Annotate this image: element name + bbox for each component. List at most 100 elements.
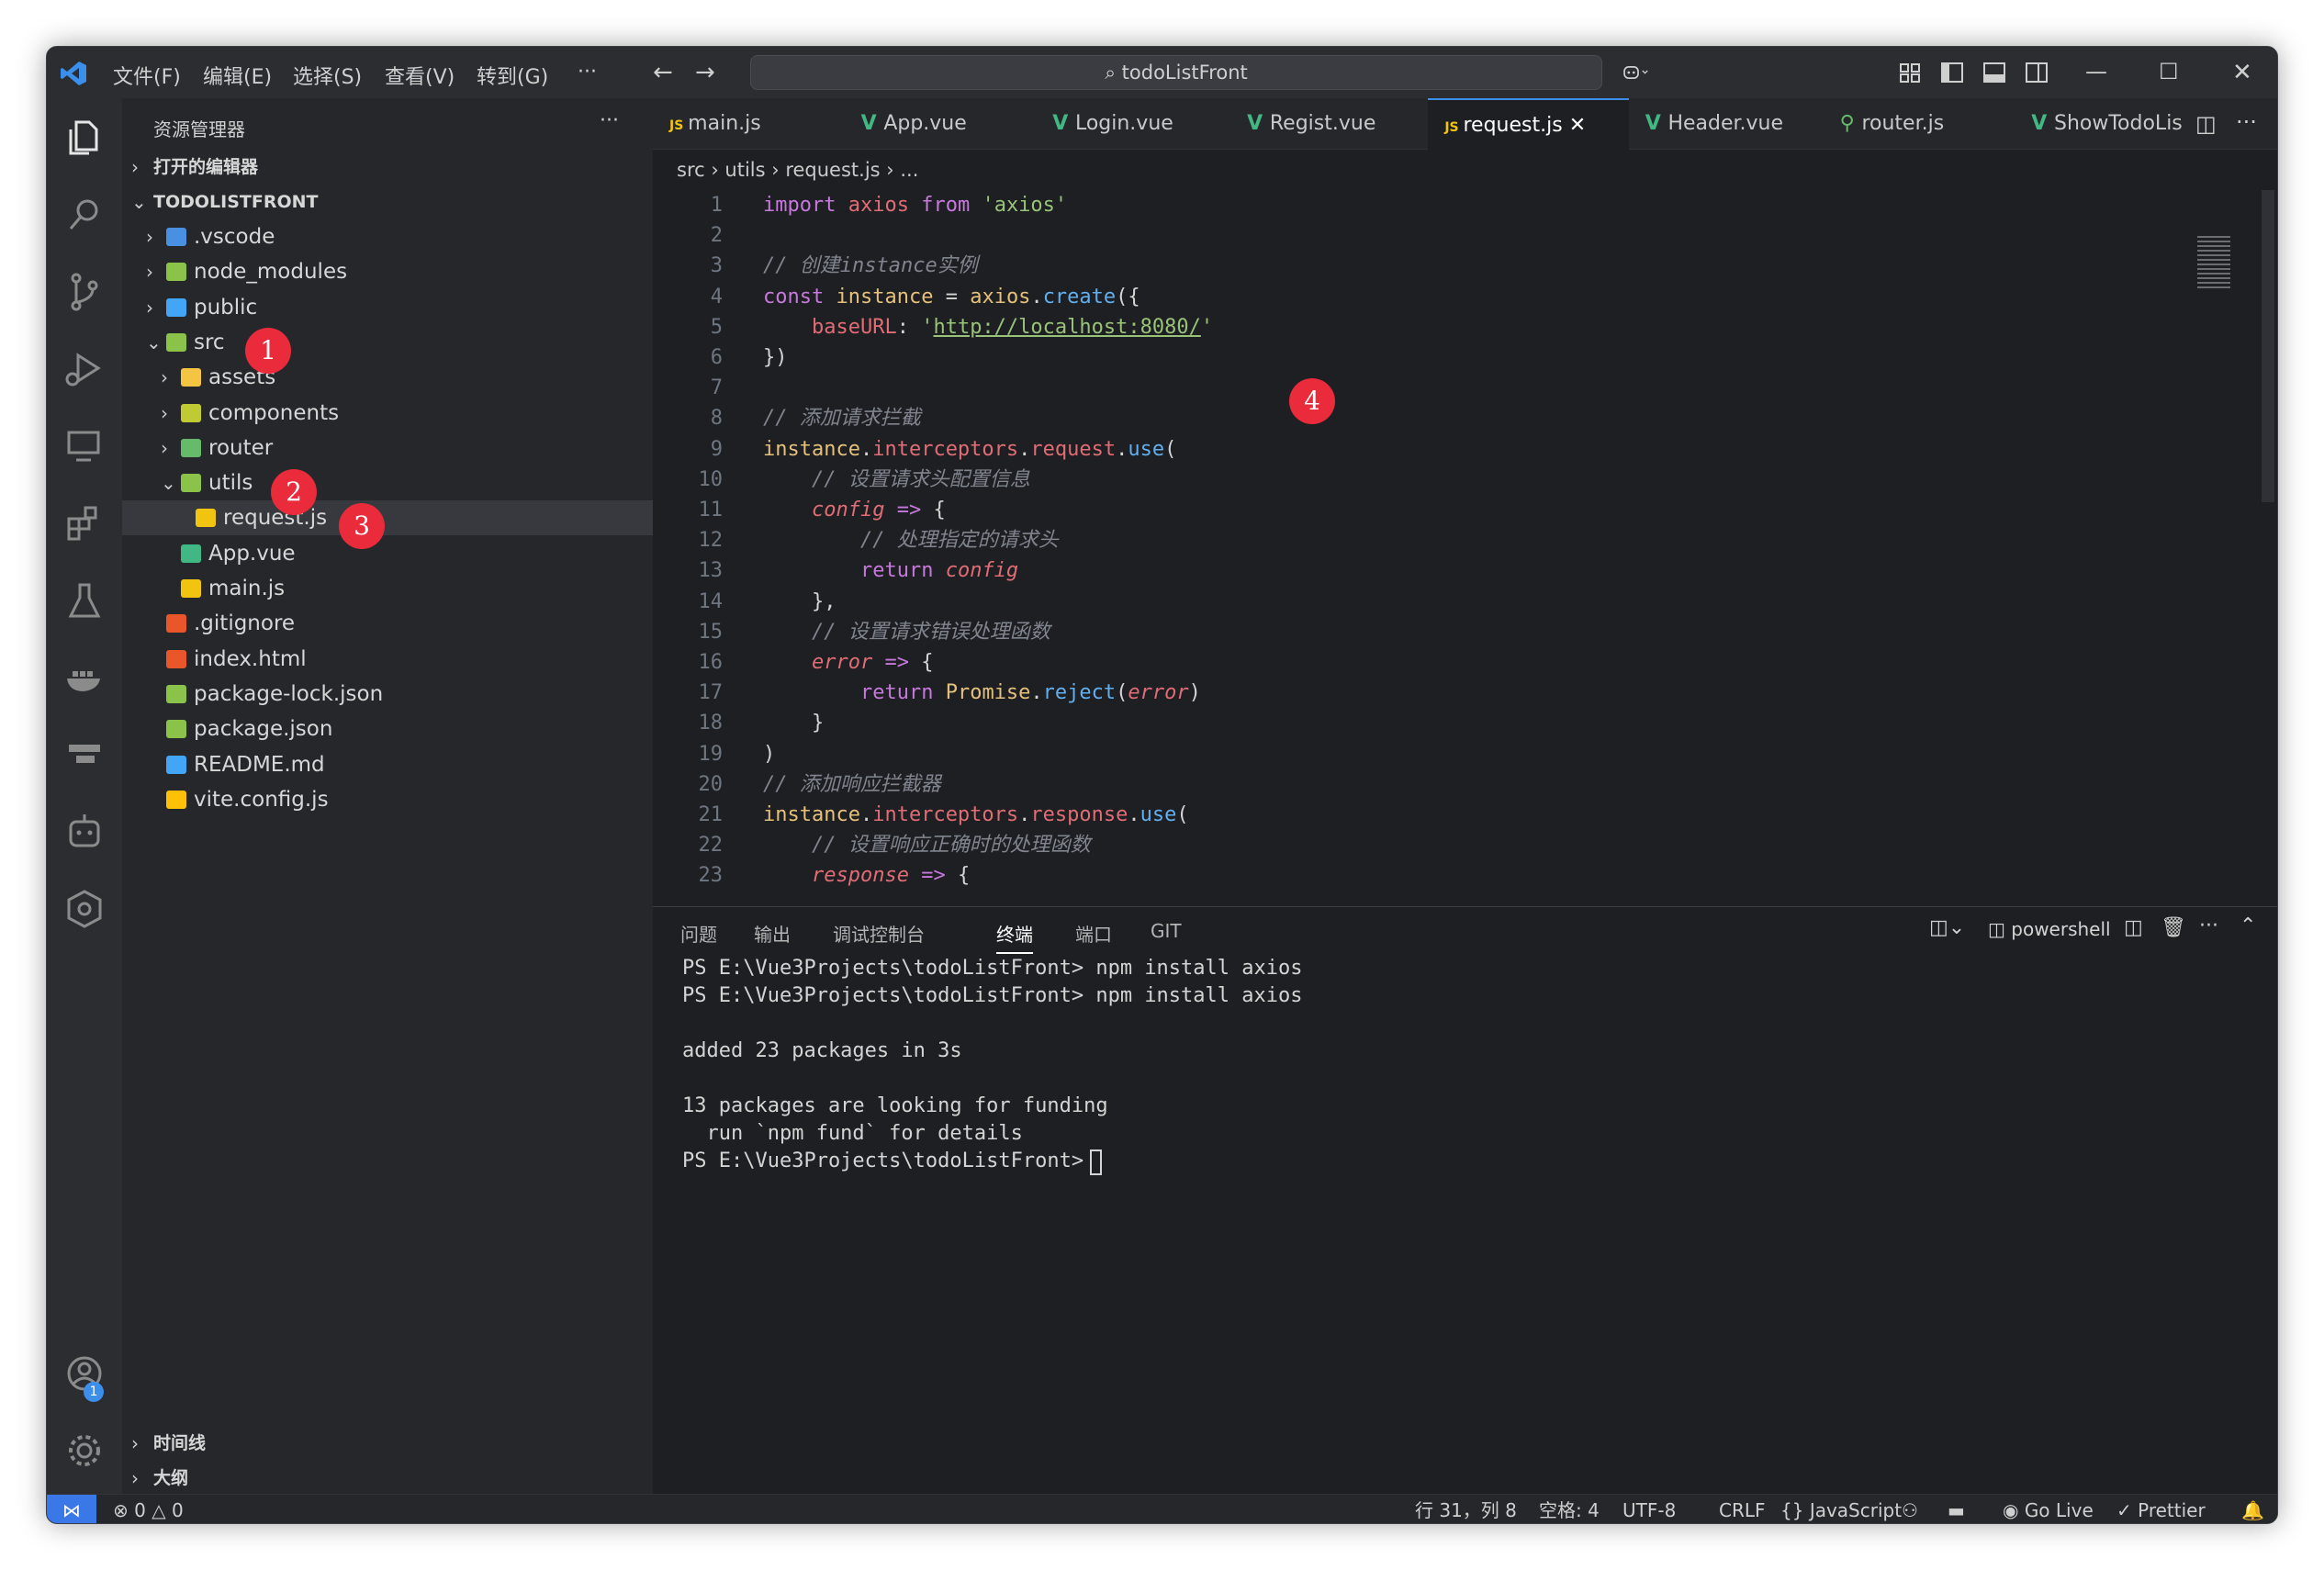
- breadcrumb-item[interactable]: ...: [900, 159, 918, 181]
- menu-item[interactable]: 文件(F): [113, 61, 181, 90]
- encoding-status[interactable]: UTF-8: [1622, 1495, 1676, 1523]
- menu-item[interactable]: 转到(G): [477, 61, 548, 90]
- copilot-status-icon[interactable]: ⚇: [1902, 1495, 1918, 1523]
- panel-tab[interactable]: 终端: [996, 920, 1033, 954]
- search-icon[interactable]: [60, 190, 109, 240]
- tree-item[interactable]: request.js: [122, 500, 653, 536]
- tab[interactable]: JS main.js: [653, 98, 845, 150]
- tree-item[interactable]: ⌄ src: [122, 325, 653, 360]
- close-window-icon[interactable]: ✕: [2232, 59, 2260, 86]
- menu-item[interactable]: 选择(S): [293, 61, 362, 90]
- panel-tab[interactable]: 端口: [1075, 920, 1112, 947]
- code-editor[interactable]: 1 import axios from 'axios' 2 3// 创建instanc…: [653, 190, 2214, 906]
- tree-item[interactable]: package-lock.json: [122, 677, 653, 712]
- tree-item[interactable]: › assets: [122, 360, 653, 395]
- tab[interactable]: V App.vue: [845, 98, 1037, 150]
- project-root[interactable]: ⌄ TODOLISTFRONT: [122, 185, 653, 219]
- menu-item[interactable]: ···: [578, 61, 597, 84]
- tree-item[interactable]: main.js: [122, 571, 653, 606]
- tab[interactable]: V Login.vue: [1036, 98, 1230, 150]
- tree-item[interactable]: .gitignore: [122, 606, 653, 641]
- panel-tab[interactable]: GIT: [1151, 920, 1182, 942]
- editor-more-icon[interactable]: ···: [2236, 109, 2257, 135]
- run-debug-icon[interactable]: [60, 344, 109, 394]
- remote-explorer-icon[interactable]: [60, 421, 109, 471]
- tree-item[interactable]: › router: [122, 431, 653, 465]
- maximize-icon[interactable]: ☐: [2159, 59, 2186, 86]
- forward-arrow-icon[interactable]: →: [695, 59, 723, 86]
- tree-item[interactable]: package.json: [122, 712, 653, 746]
- split-editor-icon[interactable]: ◫: [2195, 111, 2217, 137]
- testing-flask-icon[interactable]: [60, 576, 109, 625]
- notifications-bell-icon[interactable]: 🔔: [2241, 1495, 2264, 1523]
- remote-indicator[interactable]: ⋈: [47, 1495, 96, 1523]
- tab[interactable]: JS request.js ✕: [1428, 98, 1629, 150]
- file-type-icon: [166, 790, 186, 809]
- copilot-chat-icon[interactable]: [60, 807, 109, 857]
- tree-item[interactable]: › .vscode: [122, 219, 653, 254]
- panel-tab[interactable]: 输出: [754, 920, 791, 947]
- toggle-sidebar-icon[interactable]: [1938, 59, 1966, 86]
- cursor-position[interactable]: 行 31，列 8: [1415, 1495, 1517, 1523]
- file-type-icon: [181, 368, 201, 387]
- breadcrumb-item[interactable]: utils: [724, 159, 765, 181]
- tree-item[interactable]: README.md: [122, 747, 653, 782]
- search-icon: ⌕: [1105, 62, 1122, 84]
- panel-tab[interactable]: 调试控制台: [833, 920, 925, 947]
- panel-tab[interactable]: 问题: [680, 920, 717, 947]
- timeline-section[interactable]: › 时间线: [122, 1428, 653, 1459]
- toggle-panel-icon[interactable]: [1981, 59, 2008, 86]
- close-panel-icon[interactable]: ✕: [2276, 914, 2277, 937]
- settings-gear-icon[interactable]: [60, 1426, 109, 1475]
- copilot-icon[interactable]: [1622, 59, 1650, 86]
- terminal-shell[interactable]: ◫ powershell: [1988, 918, 2111, 940]
- tree-item[interactable]: › public: [122, 290, 653, 325]
- tree-item[interactable]: vite.config.js: [122, 782, 653, 817]
- tab-label: router.js: [1861, 112, 1945, 135]
- go-live-button[interactable]: ◉ Go Live: [2003, 1495, 2094, 1523]
- extensions-icon[interactable]: [60, 499, 109, 548]
- terminal-layout-icon[interactable]: ◫⌄: [1929, 916, 1965, 939]
- menu-item[interactable]: 编辑(E): [203, 61, 272, 90]
- outline-section[interactable]: › 大纲: [122, 1463, 653, 1494]
- tree-item[interactable]: ⌄ utils: [122, 465, 653, 500]
- explorer-icon[interactable]: [60, 113, 109, 163]
- close-tab-icon[interactable]: ✕: [1563, 114, 1586, 137]
- prettier-status[interactable]: ✓ Prettier: [2116, 1495, 2206, 1523]
- minimap[interactable]: [2197, 236, 2230, 291]
- tab[interactable]: V Regist.vue: [1230, 98, 1428, 150]
- maximize-panel-icon[interactable]: ⌃: [2240, 914, 2256, 937]
- customize-layout-icon[interactable]: [1896, 59, 1924, 86]
- tree-item[interactable]: App.vue: [122, 536, 653, 571]
- split-terminal-icon[interactable]: ◫: [2124, 916, 2143, 939]
- kubernetes-icon[interactable]: [60, 884, 109, 934]
- line-number: 10: [698, 467, 724, 491]
- open-editors-section[interactable]: › 打开的编辑器: [122, 150, 653, 185]
- docker-icon[interactable]: [60, 653, 109, 702]
- tree-item[interactable]: index.html: [122, 642, 653, 677]
- tree-item[interactable]: › node_modules: [122, 254, 653, 289]
- problems-status[interactable]: ⊗ 0 △ 0: [113, 1495, 184, 1523]
- toggle-secondary-sidebar-icon[interactable]: [2023, 59, 2050, 86]
- tab[interactable]: V Header.vue: [1629, 98, 1824, 150]
- command-center-search[interactable]: ⌕ todoListFront: [750, 55, 1602, 90]
- trash-icon[interactable]: 🗑: [2161, 916, 2186, 939]
- panel-more-icon[interactable]: ···: [2199, 914, 2218, 937]
- back-arrow-icon[interactable]: ←: [653, 59, 680, 86]
- breadcrumb-item[interactable]: src: [677, 159, 705, 181]
- remote-status-icon[interactable]: ▬: [1948, 1495, 1965, 1523]
- tree-item[interactable]: › components: [122, 396, 653, 431]
- file-type-icon: JS: [1444, 120, 1464, 135]
- breadcrumb-item[interactable]: request.js: [785, 159, 880, 181]
- explorer-more-button[interactable]: ···: [600, 109, 619, 132]
- minimize-icon[interactable]: —: [2085, 59, 2113, 86]
- menu-item[interactable]: 查看(V): [385, 61, 455, 90]
- tab[interactable]: V ShowTodoLis: [2015, 98, 2195, 150]
- remote-ssh-icon[interactable]: [60, 730, 109, 779]
- indentation-status[interactable]: 空格: 4: [1539, 1495, 1600, 1523]
- vertical-scrollbar[interactable]: [2262, 190, 2274, 502]
- language-status[interactable]: {} JavaScript: [1780, 1495, 1902, 1523]
- source-control-icon[interactable]: [60, 267, 109, 317]
- tab[interactable]: ⚲ router.js: [1824, 98, 2015, 150]
- eol-status[interactable]: CRLF: [1719, 1495, 1766, 1523]
